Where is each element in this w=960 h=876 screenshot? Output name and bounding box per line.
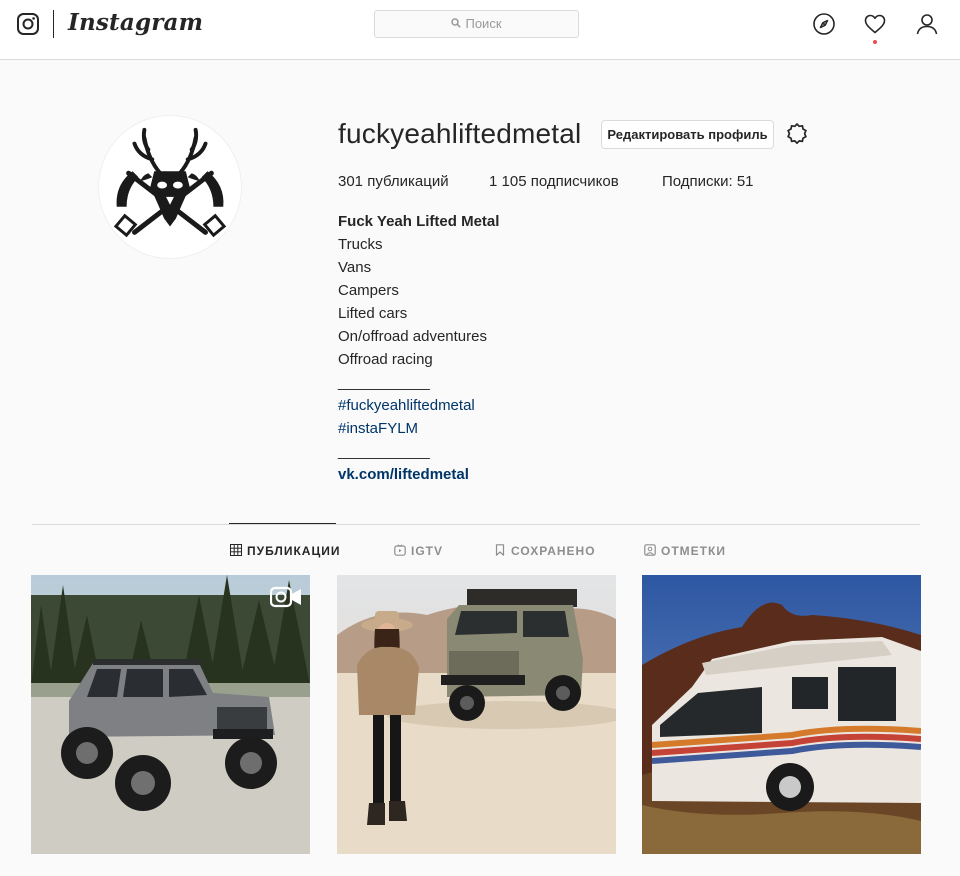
bio-hashtag-link[interactable]: #fuckyeahliftedmetal <box>338 394 738 417</box>
bio-hashtag-link[interactable]: #instaFYLM <box>338 417 738 440</box>
post-image-land-rover-desert <box>337 575 616 854</box>
grid-icon <box>230 544 242 556</box>
tab-label: IGTV <box>411 544 444 558</box>
bio-divider: ___________ <box>338 374 430 391</box>
stat-followers-link[interactable]: 1 105 подписчиков <box>489 173 619 190</box>
instagram-glyph-icon[interactable] <box>16 12 40 36</box>
person-icon[interactable] <box>915 12 939 36</box>
instagram-wordmark-logo[interactable]: Instagram <box>68 9 203 36</box>
post-thumbnail[interactable] <box>642 575 921 854</box>
deer-skull-logo <box>113 127 227 238</box>
video-camera-icon <box>270 586 301 608</box>
top-navigation-bar: Instagram Поиск <box>0 0 960 60</box>
bookmark-icon <box>495 544 505 556</box>
profile-username: fuckyeahliftedmetal <box>338 118 582 149</box>
search-input[interactable]: Поиск <box>374 10 579 38</box>
tab-posts[interactable]: ПУБЛИКАЦИИ <box>230 544 340 558</box>
tabs-divider <box>32 524 920 525</box>
tab-tagged[interactable]: ОТМЕТКИ <box>644 544 726 558</box>
nav-divider <box>53 10 54 38</box>
search-icon <box>451 18 462 28</box>
bio-line: Campers <box>338 282 399 299</box>
post-image-camper-van <box>642 575 921 854</box>
bio-divider: ___________ <box>338 443 430 460</box>
bio-line: On/offroad adventures <box>338 328 487 345</box>
profile-avatar[interactable] <box>98 115 242 259</box>
tag-icon <box>644 544 656 556</box>
stat-following-link[interactable]: Подписки: 51 <box>662 173 754 190</box>
active-tab-indicator <box>229 523 336 524</box>
bio-full-name: Fuck Yeah Lifted Metal <box>338 213 500 230</box>
bio-line: Trucks <box>338 236 383 253</box>
tab-label: СОХРАНЕНО <box>511 544 596 558</box>
post-thumbnail[interactable] <box>337 575 616 854</box>
bio-website-link[interactable]: vk.com/liftedmetal <box>338 463 738 486</box>
edit-profile-button[interactable]: Редактировать профиль <box>601 120 774 149</box>
tab-saved[interactable]: СОХРАНЕНО <box>494 544 596 558</box>
heart-icon[interactable] <box>863 12 887 36</box>
bio-line: Lifted cars <box>338 305 408 322</box>
post-thumbnail[interactable] <box>31 575 310 854</box>
post-image-silver-jeep <box>31 575 310 854</box>
gear-icon[interactable] <box>785 122 809 146</box>
bio-line: Offroad racing <box>338 351 433 368</box>
tab-igtv[interactable]: IGTV <box>394 544 443 558</box>
compass-icon[interactable] <box>812 12 836 36</box>
tab-label: ОТМЕТКИ <box>661 544 726 558</box>
search-placeholder: Поиск <box>465 16 502 31</box>
notification-dot <box>873 40 877 44</box>
stat-posts-count: 301 публикаций <box>338 173 449 190</box>
profile-bio: Fuck Yeah Lifted Metal Trucks Vans Campe… <box>338 210 738 486</box>
bio-line: Vans <box>338 259 372 276</box>
tab-label: ПУБЛИКАЦИИ <box>247 544 341 558</box>
igtv-icon <box>394 544 406 556</box>
